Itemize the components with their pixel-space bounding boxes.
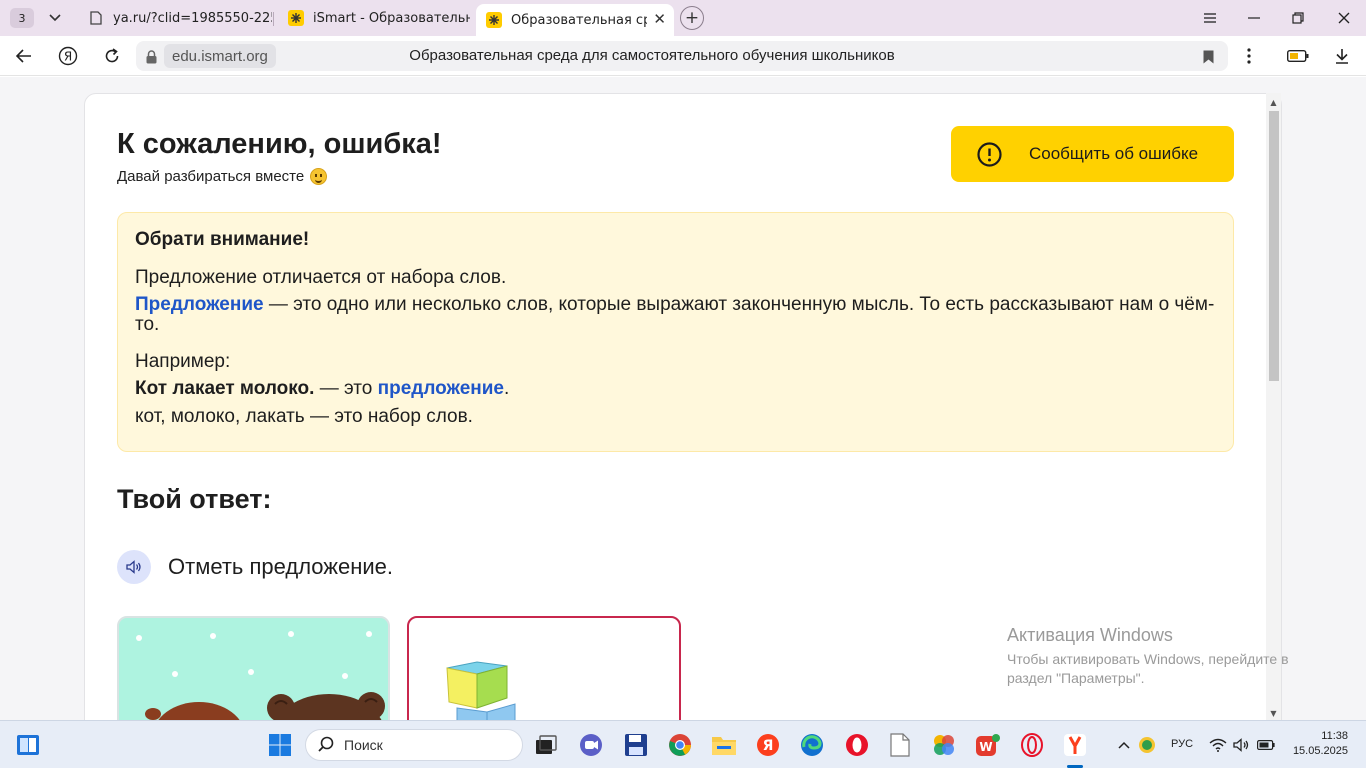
download-icon[interactable] (1329, 44, 1355, 68)
windows-activation-watermark: Активация Windows Чтобы активировать Win… (1007, 625, 1327, 688)
example-mid: — это (314, 378, 378, 399)
ismart-logo-icon (288, 10, 304, 26)
task-view-icon[interactable] (532, 731, 560, 759)
tab-strip: 3 ya.ru/?clid=1985550-225& iSmart - Обра… (0, 0, 1366, 36)
example-sentence: Кот лакает молоко. (135, 378, 315, 399)
more-menu-icon[interactable] (1236, 44, 1262, 68)
example-label: Например: (135, 351, 231, 372)
file-explorer-icon[interactable] (710, 731, 738, 759)
notice-definition: Предложение — это одно или несколько сло… (135, 295, 1216, 335)
play-sound-button[interactable] (117, 550, 151, 584)
example-words: кот, молоко, лакать — это набор слов. (135, 406, 473, 427)
battery-icon[interactable] (1252, 731, 1280, 759)
new-tab-plus-icon[interactable]: + (680, 6, 704, 30)
yandex-logo-icon[interactable]: Я (55, 44, 81, 68)
tab-list-chevron-icon[interactable] (40, 6, 70, 30)
system-clock[interactable]: 11:38 15.05.2025 (1290, 729, 1348, 759)
scroll-up-arrow-icon[interactable]: ▲ (1266, 95, 1281, 109)
notice-line: Предложение отличается от набора слов. (135, 267, 507, 288)
address-bar[interactable]: edu.ismart.org Образовательная среда для… (136, 41, 1228, 71)
smile-emoji-icon (310, 168, 328, 185)
scroll-down-arrow-icon[interactable]: ▼ (1266, 706, 1281, 720)
answer-heading: Твой ответ: (117, 484, 272, 514)
photos-app-icon[interactable] (930, 731, 958, 759)
svg-text:Я: Я (763, 738, 774, 754)
windows-taskbar: Поиск Я W РУС 11:38 15.05.2025 (0, 720, 1366, 768)
example-sentence-line: Кот лакает молоко. — это предложение. (135, 378, 1216, 400)
speaker-icon (126, 560, 141, 574)
taskbar-search-input[interactable]: Поиск (305, 729, 523, 761)
ismart-logo-icon (486, 12, 502, 28)
opera-icon[interactable] (843, 731, 871, 759)
answer-option-picture-cubes[interactable] (407, 616, 681, 720)
update-shield-icon[interactable] (1133, 731, 1161, 759)
svg-text:W: W (979, 740, 992, 754)
chat-app-icon[interactable] (577, 731, 605, 759)
example-end: . (504, 378, 510, 399)
tab-counter[interactable]: 3 (10, 8, 34, 28)
cubes-illustration (446, 661, 516, 720)
edge-icon[interactable] (798, 731, 826, 759)
notice-heading: Обрати внимание! (135, 229, 310, 250)
save-floppy-icon[interactable] (622, 731, 650, 759)
clock-date: 15.05.2025 (1292, 745, 1348, 757)
page-viewport: К сожалению, ошибка! Давай разбираться в… (0, 77, 1366, 720)
reload-icon[interactable] (99, 44, 125, 68)
close-window-icon[interactable] (1329, 6, 1359, 30)
answer-option-picture-children[interactable] (117, 616, 390, 720)
language-indicator[interactable]: РУС (1171, 738, 1193, 750)
tab-ya-ru[interactable]: ya.ru/?clid=1985550-225& (78, 4, 272, 32)
menu-icon[interactable] (1195, 6, 1225, 30)
wps-office-icon[interactable]: W (974, 731, 1002, 759)
report-error-button[interactable]: Сообщить об ошибке (951, 126, 1234, 182)
chrome-icon[interactable] (666, 731, 694, 759)
tab-active[interactable]: Образовательная среда ✕ (476, 4, 674, 36)
search-icon (318, 736, 334, 755)
term-link[interactable]: Предложение (135, 294, 264, 315)
children-illustration (136, 631, 385, 720)
yandex-browser-icon[interactable] (1061, 731, 1089, 759)
search-placeholder: Поиск (344, 737, 383, 753)
yandex-app-icon[interactable]: Я (754, 731, 782, 759)
watermark-text: Чтобы активировать Windows, перейдите в … (1007, 651, 1289, 686)
svg-text:Я: Я (64, 50, 72, 64)
blank-document-icon[interactable] (886, 731, 914, 759)
notice-box: Обрати внимание! Предложение отличается … (117, 212, 1234, 452)
start-windows-icon[interactable] (266, 731, 294, 759)
restore-icon[interactable] (1283, 6, 1313, 30)
page-title: К сожалению, ошибка! (117, 128, 442, 160)
scroll-thumb[interactable] (1269, 111, 1279, 381)
watermark-title: Активация Windows (1007, 625, 1173, 645)
report-error-label: Сообщить об ошибке (1029, 144, 1199, 163)
opera-gx-icon[interactable] (1018, 731, 1046, 759)
tab-title: ya.ru/?clid=1985550-225& (113, 10, 272, 26)
close-tab-icon[interactable]: ✕ (653, 10, 666, 28)
clock-time: 11:38 (1321, 730, 1348, 742)
definition-text: — это одно или несколько слов, которые в… (135, 294, 1215, 335)
term-link[interactable]: предложение (378, 378, 504, 399)
tab-title: Образовательная среда (511, 12, 647, 28)
back-arrow-icon[interactable] (11, 44, 37, 68)
task-text: Отметь предложение. (168, 554, 394, 579)
widgets-icon[interactable] (14, 731, 42, 759)
page-subtitle: Давай разбираться вместе (117, 168, 328, 185)
tab-ismart[interactable]: iSmart - Образовательная (278, 4, 470, 32)
tab-title: iSmart - Образовательная (313, 10, 470, 26)
tab-separator (273, 12, 274, 26)
document-icon (88, 10, 104, 26)
minimize-icon[interactable] (1239, 6, 1269, 30)
battery-saver-icon[interactable] (1285, 44, 1311, 68)
browser-toolbar: Я edu.ismart.org Образовательная среда д… (0, 36, 1366, 76)
omnibox-page-title: Образовательная среда для самостоятельно… (409, 47, 895, 64)
subtitle-text: Давай разбираться вместе (117, 168, 305, 185)
bookmark-icon[interactable] (1203, 49, 1214, 68)
exclamation-circle-icon (977, 142, 1002, 172)
